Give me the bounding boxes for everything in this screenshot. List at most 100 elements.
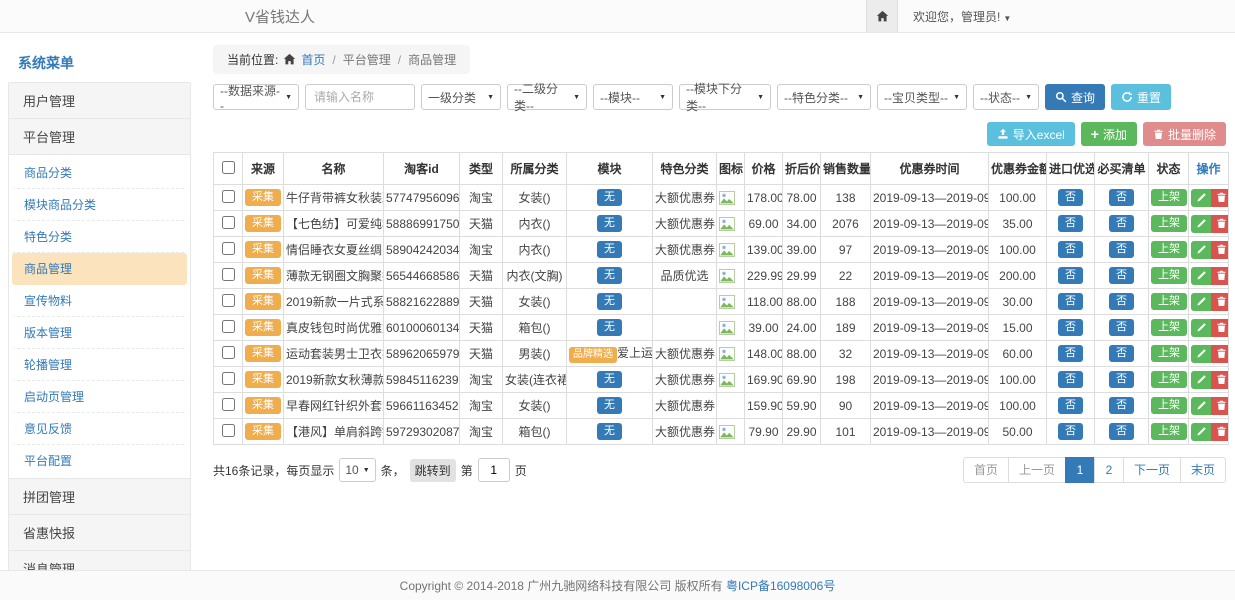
edit-button[interactable] <box>1191 345 1211 363</box>
icp-link[interactable]: 粤ICP备16098006号 <box>726 579 835 593</box>
edit-button[interactable] <box>1191 293 1211 311</box>
must-buy-toggle[interactable]: 否 <box>1109 319 1134 336</box>
status-badge[interactable]: 上架 <box>1151 215 1187 232</box>
pagination-next-page[interactable]: 下一页 <box>1123 457 1181 483</box>
import-select-toggle[interactable]: 否 <box>1058 397 1083 414</box>
module-badge[interactable]: 无 <box>597 215 622 232</box>
import-select-toggle[interactable]: 否 <box>1058 345 1083 362</box>
delete-button[interactable] <box>1211 215 1229 233</box>
import-select-toggle[interactable]: 否 <box>1058 319 1083 336</box>
module-badge[interactable]: 无 <box>597 423 622 440</box>
status-badge[interactable]: 上架 <box>1151 241 1187 258</box>
user-menu[interactable]: 欢迎您，管理员!▼ <box>898 8 1026 25</box>
filter-select-data-source[interactable]: --数据来源--▼ <box>213 84 299 110</box>
edit-button[interactable] <box>1191 397 1211 415</box>
row-checkbox[interactable] <box>222 216 235 229</box>
import-excel-button[interactable]: 导入excel <box>987 122 1075 146</box>
add-button[interactable]: +添加 <box>1081 122 1137 146</box>
filter-select-level1-category[interactable]: 一级分类▼ <box>421 84 501 110</box>
import-select-toggle[interactable]: 否 <box>1058 189 1083 206</box>
row-checkbox[interactable] <box>222 268 235 281</box>
sidebar-item-carousel-management[interactable]: 轮播管理 <box>12 349 187 381</box>
status-badge[interactable]: 上架 <box>1151 423 1187 440</box>
module-badge[interactable]: 无 <box>597 293 622 310</box>
delete-button[interactable] <box>1211 319 1229 337</box>
must-buy-toggle[interactable]: 否 <box>1109 423 1134 440</box>
status-badge[interactable]: 上架 <box>1151 345 1187 362</box>
must-buy-toggle[interactable]: 否 <box>1109 397 1134 414</box>
must-buy-toggle[interactable]: 否 <box>1109 267 1134 284</box>
row-checkbox[interactable] <box>222 242 235 255</box>
edit-button[interactable] <box>1191 267 1211 285</box>
must-buy-toggle[interactable]: 否 <box>1109 215 1134 232</box>
row-checkbox[interactable] <box>222 320 235 333</box>
jump-button[interactable]: 跳转到 <box>410 459 456 482</box>
home-button[interactable] <box>866 0 898 32</box>
pagination-page-1[interactable]: 1 <box>1065 457 1095 483</box>
page-input[interactable] <box>478 458 510 482</box>
module-badge[interactable]: 无 <box>597 319 622 336</box>
sidebar-item-message-management[interactable]: 消息管理 <box>8 550 191 570</box>
sidebar-item-user-management[interactable]: 用户管理 <box>8 82 191 119</box>
sidebar-item-promo-material[interactable]: 宣传物料 <box>12 285 187 317</box>
status-badge[interactable]: 上架 <box>1151 267 1187 284</box>
filter-select-status[interactable]: --状态--▼ <box>973 84 1039 110</box>
sidebar-item-special-category[interactable]: 特色分类 <box>12 221 187 253</box>
sidebar-item-version-management[interactable]: 版本管理 <box>12 317 187 349</box>
filter-select-special-category[interactable]: --特色分类--▼ <box>777 84 871 110</box>
filter-input-name[interactable] <box>305 84 415 110</box>
delete-button[interactable] <box>1211 241 1229 259</box>
sidebar-item-module-product-category[interactable]: 模块商品分类 <box>12 189 187 221</box>
sidebar-item-deals-bulletin[interactable]: 省惠快报 <box>8 514 191 551</box>
edit-button[interactable] <box>1191 189 1211 207</box>
must-buy-toggle[interactable]: 否 <box>1109 241 1134 258</box>
sidebar-item-product-management[interactable]: 商品管理 <box>12 253 187 285</box>
delete-button[interactable] <box>1211 397 1229 415</box>
status-badge[interactable]: 上架 <box>1151 371 1187 388</box>
pagination-first-page[interactable]: 首页 <box>963 457 1009 483</box>
module-badge[interactable]: 无 <box>597 189 622 206</box>
must-buy-toggle[interactable]: 否 <box>1109 345 1134 362</box>
module-badge[interactable]: 无 <box>597 241 622 258</box>
status-badge[interactable]: 上架 <box>1151 319 1187 336</box>
import-select-toggle[interactable]: 否 <box>1058 215 1083 232</box>
sidebar-item-product-category[interactable]: 商品分类 <box>12 157 187 189</box>
status-badge[interactable]: 上架 <box>1151 293 1187 310</box>
edit-button[interactable] <box>1191 371 1211 389</box>
delete-button[interactable] <box>1211 423 1229 441</box>
import-select-toggle[interactable]: 否 <box>1058 293 1083 310</box>
select-all-checkbox[interactable] <box>222 161 235 174</box>
edit-button[interactable] <box>1191 241 1211 259</box>
sidebar-item-splash-management[interactable]: 启动页管理 <box>12 381 187 413</box>
filter-select-item-type[interactable]: --宝贝类型--▼ <box>877 84 967 110</box>
reset-button[interactable]: 重置 <box>1111 84 1171 110</box>
sidebar-item-feedback[interactable]: 意见反馈 <box>12 413 187 445</box>
row-checkbox[interactable] <box>222 294 235 307</box>
import-select-toggle[interactable]: 否 <box>1058 371 1083 388</box>
filter-select-level2-category[interactable]: --二级分类--▼ <box>507 84 587 110</box>
row-checkbox[interactable] <box>222 424 235 437</box>
pagination-prev-page[interactable]: 上一页 <box>1008 457 1066 483</box>
import-select-toggle[interactable]: 否 <box>1058 241 1083 258</box>
import-select-toggle[interactable]: 否 <box>1058 423 1083 440</box>
row-checkbox[interactable] <box>222 372 235 385</box>
delete-button[interactable] <box>1211 345 1229 363</box>
status-badge[interactable]: 上架 <box>1151 397 1187 414</box>
import-select-toggle[interactable]: 否 <box>1058 267 1083 284</box>
must-buy-toggle[interactable]: 否 <box>1109 371 1134 388</box>
delete-button[interactable] <box>1211 267 1229 285</box>
module-badge[interactable]: 品牌精选 <box>569 347 617 363</box>
filter-select-module[interactable]: --模块--▼ <box>593 84 673 110</box>
pagination-last-page[interactable]: 末页 <box>1180 457 1226 483</box>
sidebar-item-platform-management[interactable]: 平台管理 <box>8 118 191 155</box>
edit-button[interactable] <box>1191 319 1211 337</box>
delete-button[interactable] <box>1211 293 1229 311</box>
delete-button[interactable] <box>1211 189 1229 207</box>
edit-button[interactable] <box>1191 423 1211 441</box>
must-buy-toggle[interactable]: 否 <box>1109 293 1134 310</box>
pagination-page-2[interactable]: 2 <box>1094 457 1124 483</box>
row-checkbox[interactable] <box>222 346 235 359</box>
module-badge[interactable]: 无 <box>597 371 622 388</box>
sidebar-item-platform-config[interactable]: 平台配置 <box>12 445 187 476</box>
sidebar-item-group-buy-management[interactable]: 拼团管理 <box>8 478 191 515</box>
